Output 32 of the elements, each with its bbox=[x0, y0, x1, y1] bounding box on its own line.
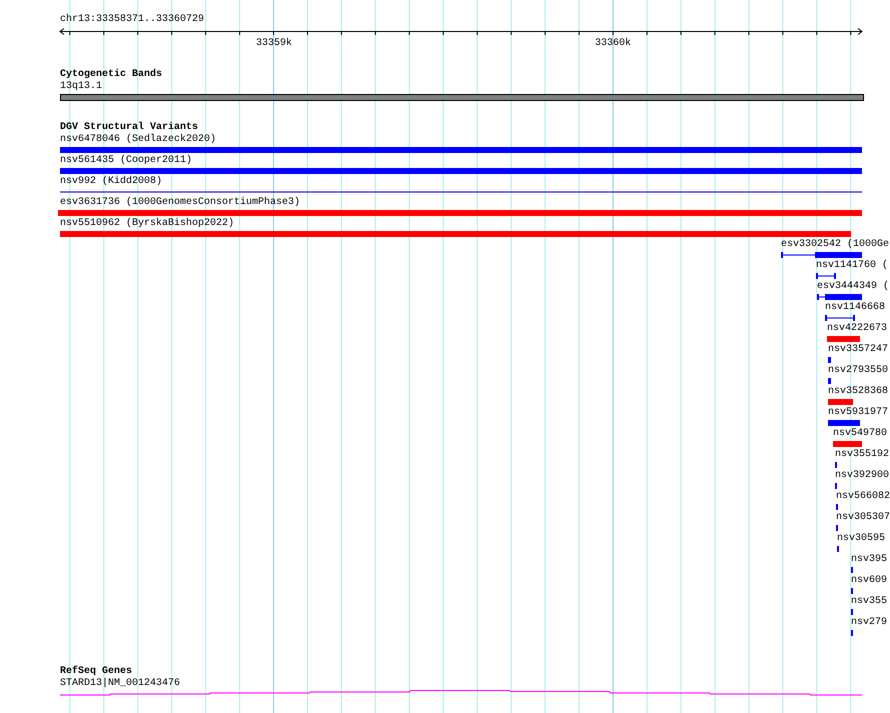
variant-label: esv3302542 (1000Ge bbox=[781, 239, 890, 251]
band-label: 13q13.1 bbox=[60, 81, 102, 93]
variant-label: esv3631736 (1000GenomesConsortiumPhase3) bbox=[60, 197, 300, 209]
variant-label: nsv3528368 bbox=[828, 386, 888, 398]
variant-label: esv3444349 ( bbox=[817, 281, 890, 293]
track-title: DGV Structural Variants bbox=[60, 122, 198, 134]
variant-label: nsv355 bbox=[851, 596, 888, 608]
variant-label: nsv1141760 ( bbox=[816, 260, 888, 272]
ruler-tick-label: 33359k bbox=[256, 38, 292, 50]
variant-label: nsv392900 bbox=[835, 470, 890, 482]
track-title: RefSeq Genes bbox=[60, 666, 132, 678]
variant-label: nsv6478046 (Sedlazeck2020) bbox=[60, 134, 216, 146]
ruler-tick-label: 33360k bbox=[595, 38, 631, 50]
variant-label: nsv566082 bbox=[836, 491, 890, 503]
variant-label: nsv992 (Kidd2008) bbox=[60, 176, 162, 188]
variant-label: nsv2793550 bbox=[828, 365, 888, 377]
variant-label: nsv305307 bbox=[836, 512, 890, 524]
variant-label: nsv561435 (Cooper2011) bbox=[60, 155, 192, 167]
variant-label: nsv5510962 (ByrskaBishop2022) bbox=[60, 218, 234, 230]
variant-label: nsv395 bbox=[851, 554, 888, 566]
variant-label: nsv30595 bbox=[837, 533, 886, 545]
region-label: chr13:33358371..33360729 bbox=[60, 14, 204, 26]
track-title: Cytogenetic Bands bbox=[60, 69, 162, 81]
variant-label: nsv4222673 bbox=[827, 323, 888, 335]
variant-label: nsv1146668 bbox=[825, 302, 886, 314]
variant-label: nsv609 bbox=[851, 575, 888, 587]
gene-label: STARD13|NM_001243476 bbox=[60, 678, 180, 690]
variant-label: nsv3357247 bbox=[828, 344, 888, 356]
variant-label: nsv279 bbox=[851, 617, 888, 629]
variant-label: nsv355192 bbox=[835, 449, 890, 461]
variant-label: nsv549780 bbox=[833, 428, 888, 440]
variant-label: nsv5931977 bbox=[828, 407, 888, 419]
